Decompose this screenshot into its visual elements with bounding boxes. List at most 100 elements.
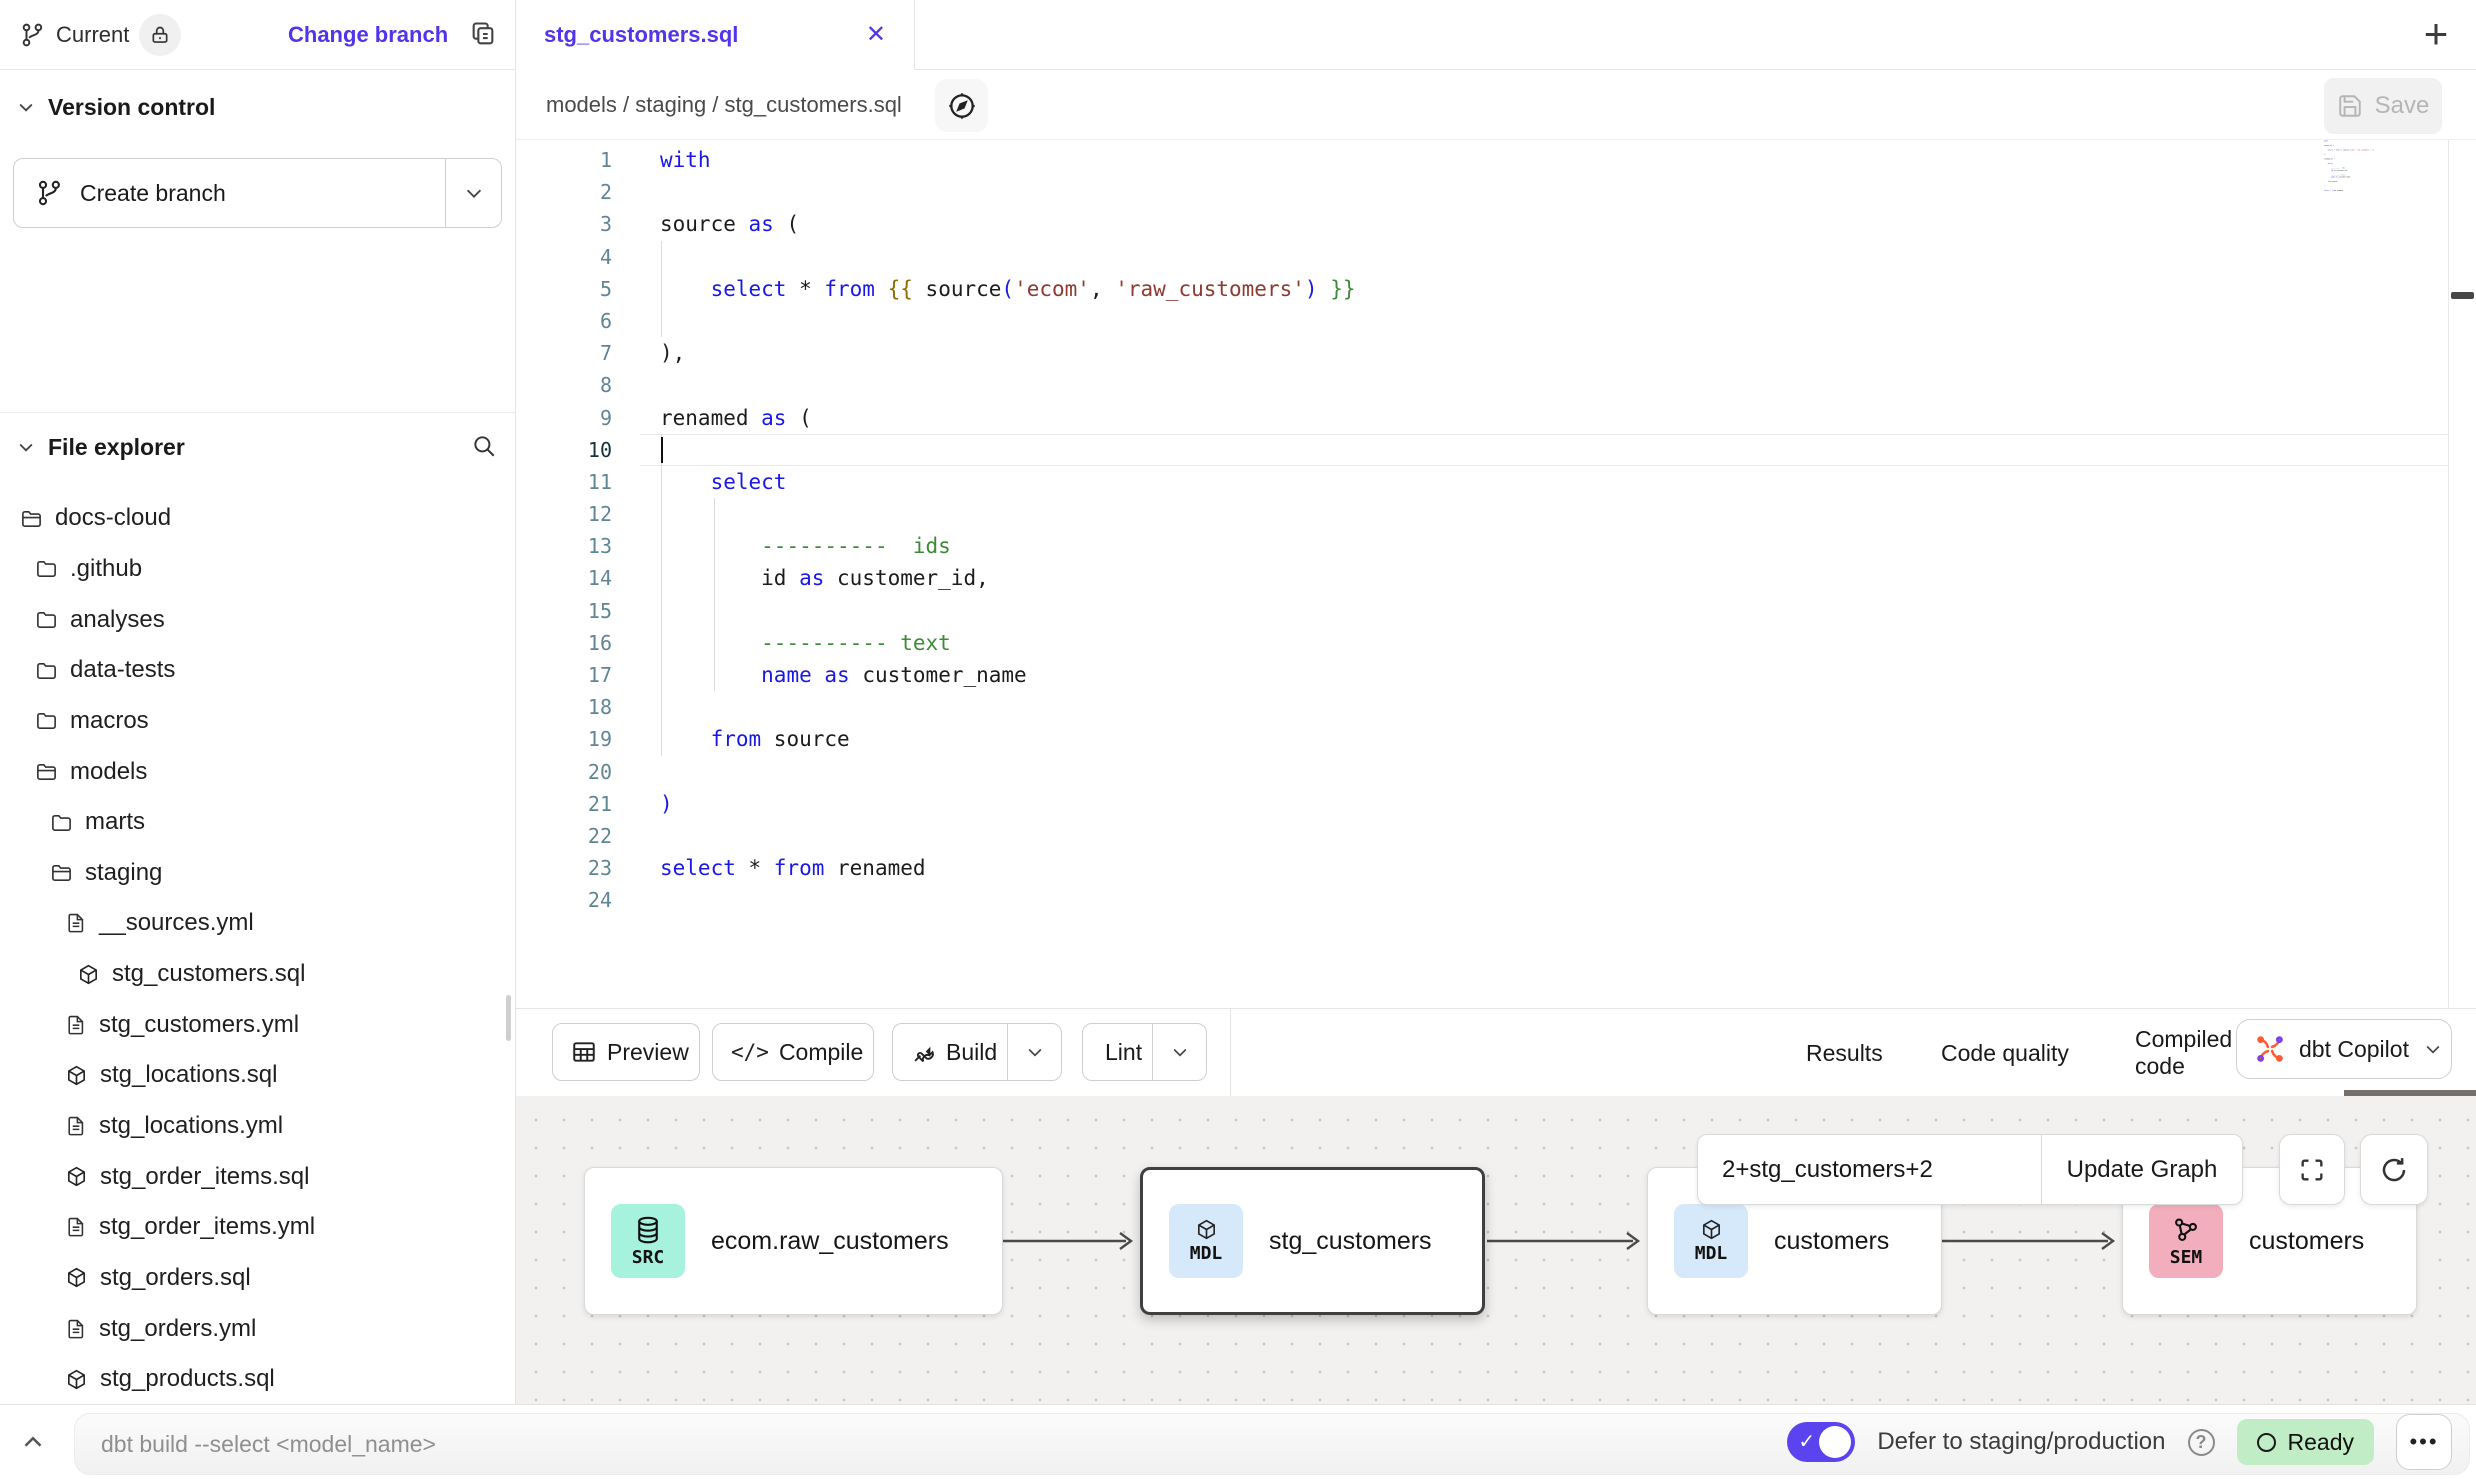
change-branch-link[interactable]: Change branch: [288, 0, 448, 70]
tree-item[interactable]: __sources.yml: [0, 898, 515, 949]
editor-right-rail: [2448, 140, 2476, 1008]
line-number-gutter: 123456789101112131415161718192021222324: [516, 144, 640, 917]
tree-item-label: stg_order_items.sql: [100, 1163, 309, 1191]
node-type-badge: MDL: [1674, 1204, 1748, 1278]
copilot-compass-icon[interactable]: [935, 79, 988, 132]
file-icon: [65, 1115, 87, 1137]
help-icon[interactable]: ?: [2188, 1429, 2215, 1456]
preview-button[interactable]: Preview: [552, 1023, 700, 1081]
tree-item[interactable]: data-tests: [0, 645, 515, 696]
tree-item[interactable]: stg_customers.yml: [0, 999, 515, 1050]
refresh-button[interactable]: [2360, 1134, 2428, 1205]
code-line: [640, 176, 2448, 208]
tree-item[interactable]: stg_products.sql: [0, 1354, 515, 1405]
model-icon: [65, 1368, 88, 1391]
file-explorer-header[interactable]: File explorer: [0, 425, 515, 469]
tree-item-label: data-tests: [70, 656, 175, 684]
tree-item[interactable]: docs-cloud: [0, 493, 515, 544]
git-branch-icon: [36, 179, 64, 207]
lint-label[interactable]: Lint: [1083, 1039, 1152, 1066]
branch-name: Current: [56, 22, 129, 48]
minimap[interactable]: with source as ( select * from {{ source…: [2324, 140, 2400, 260]
model-icon: [1700, 1218, 1723, 1241]
save-button[interactable]: Save: [2324, 78, 2442, 134]
code-line: source as (: [640, 208, 2448, 240]
line-number: 6: [516, 305, 640, 337]
panel-tab-results[interactable]: Results: [1806, 1009, 1883, 1097]
dbt-copilot-button[interactable]: dbt Copilot: [2236, 1019, 2452, 1079]
lock-icon: [150, 25, 170, 45]
version-control-header[interactable]: Version control: [0, 85, 515, 129]
line-number: 14: [516, 562, 640, 594]
copy-icon[interactable]: [469, 20, 497, 48]
more-options-button[interactable]: •••: [2396, 1414, 2452, 1470]
lineage-canvas[interactable]: SRCecom.raw_customersMDLstg_customersMDL…: [516, 1096, 2476, 1404]
tree-item[interactable]: analyses: [0, 594, 515, 645]
dbt-copilot-label: dbt Copilot: [2299, 1036, 2409, 1063]
defer-toggle[interactable]: ✓: [1787, 1422, 1855, 1462]
chevron-down-icon: [2423, 1039, 2443, 1059]
tree-item-label: stg_products.sql: [100, 1365, 275, 1393]
tree-item[interactable]: staging: [0, 847, 515, 898]
code-editor[interactable]: 123456789101112131415161718192021222324 …: [516, 140, 2448, 1008]
tree-item[interactable]: stg_locations.yml: [0, 1101, 515, 1152]
database-icon: [633, 1215, 663, 1245]
tree-item[interactable]: stg_locations.sql: [0, 1050, 515, 1101]
fullscreen-button[interactable]: [2279, 1134, 2345, 1205]
panel-tab-code-quality[interactable]: Code quality: [1941, 1009, 2069, 1097]
indent-guide: [661, 434, 662, 756]
tree-item[interactable]: stg_orders.sql: [0, 1253, 515, 1304]
tree-item[interactable]: .github: [0, 544, 515, 595]
save-label: Save: [2375, 92, 2430, 120]
line-number: 15: [516, 595, 640, 627]
line-number: 23: [516, 852, 640, 884]
node-label: customers: [2249, 1227, 2364, 1256]
file-icon: [65, 1216, 87, 1238]
code-line: [640, 498, 2448, 530]
tree-item[interactable]: marts: [0, 797, 515, 848]
code-line: renamed as (: [640, 402, 2448, 434]
close-icon[interactable]: ✕: [866, 20, 886, 49]
create-branch-dropdown[interactable]: [445, 159, 501, 227]
new-tab-button[interactable]: +: [2410, 8, 2462, 60]
node-type-badge: MDL: [1169, 1204, 1243, 1278]
tree-item[interactable]: stg_customers.sql: [0, 949, 515, 1000]
file-tree: docs-cloud.githubanalyses data-tests macro…: [0, 493, 515, 1405]
search-icon[interactable]: [471, 433, 497, 459]
lineage-node-stg_customers[interactable]: MDLstg_customers: [1140, 1167, 1485, 1315]
code-line: [640, 305, 2448, 337]
sidebar-scrollbar[interactable]: [506, 995, 511, 1041]
lint-dropdown[interactable]: [1152, 1024, 1206, 1080]
code-line: name as customer_name: [640, 659, 2448, 691]
tree-item[interactable]: stg_order_items.yml: [0, 1202, 515, 1253]
code-icon: </>: [713, 1040, 769, 1064]
create-branch-label: Create branch: [80, 180, 226, 207]
lineage-node-ecom-raw_customers[interactable]: SRCecom.raw_customers: [584, 1167, 1003, 1315]
code-line: ): [640, 788, 2448, 820]
model-icon: [65, 1064, 88, 1087]
folder-icon: [50, 811, 73, 834]
build-dropdown[interactable]: [1007, 1024, 1061, 1080]
chevron-down-icon: [16, 437, 36, 457]
tree-item[interactable]: macros: [0, 696, 515, 747]
pane-resize-handle[interactable]: [2451, 292, 2474, 299]
current-branch[interactable]: Current: [20, 0, 181, 70]
panel-tab-compiled-code[interactable]: Compiled code: [2135, 1009, 2232, 1097]
build-label[interactable]: Build: [936, 1039, 1007, 1066]
line-number: 4: [516, 241, 640, 273]
tree-item[interactable]: stg_orders.yml: [0, 1303, 515, 1354]
create-branch-main[interactable]: Create branch: [14, 159, 445, 227]
fullscreen-icon: [2298, 1156, 2326, 1184]
tree-item[interactable]: models: [0, 746, 515, 797]
tab-stg-customers[interactable]: stg_customers.sql ✕: [516, 0, 915, 70]
editor-footer: Preview </> Compile Build Lint Results Co…: [516, 1008, 2476, 1096]
tree-item-label: stg_customers.sql: [112, 960, 305, 988]
lineage-selector-input[interactable]: 2+stg_customers+2: [1698, 1135, 2042, 1204]
tree-item[interactable]: stg_order_items.sql: [0, 1151, 515, 1202]
status-label: Ready: [2288, 1429, 2354, 1456]
update-graph-button[interactable]: Update Graph: [2042, 1135, 2242, 1204]
model-icon: [65, 1165, 88, 1188]
branch-bar: Current Change branch: [0, 0, 515, 70]
compile-button[interactable]: </> Compile: [712, 1023, 874, 1081]
chevron-up-icon[interactable]: [18, 1427, 48, 1457]
